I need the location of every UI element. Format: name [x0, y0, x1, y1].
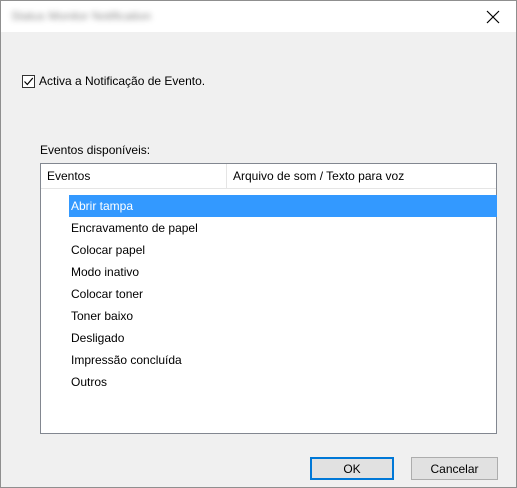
- available-events-label: Eventos disponíveis:: [40, 143, 151, 157]
- list-item[interactable]: Desligado: [69, 327, 497, 349]
- check-icon: [24, 77, 34, 85]
- title-bar[interactable]: Status Monitor Notification: [1, 1, 516, 32]
- enable-notification-label[interactable]: Activa a Notificação de Evento.: [39, 74, 205, 88]
- list-item[interactable]: Encravamento de papel: [69, 217, 497, 239]
- list-item[interactable]: Outros: [69, 371, 497, 393]
- list-header: Eventos Arquivo de som / Texto para voz: [41, 164, 496, 189]
- events-list[interactable]: Eventos Arquivo de som / Texto para voz …: [40, 163, 497, 434]
- list-item[interactable]: Abrir tampa: [69, 195, 497, 217]
- list-item[interactable]: Impressão concluída: [69, 349, 497, 371]
- list-item[interactable]: Modo inativo: [69, 261, 497, 283]
- enable-notification-checkbox[interactable]: [22, 74, 35, 88]
- list-item[interactable]: Colocar papel: [69, 239, 497, 261]
- cancel-button[interactable]: Cancelar: [411, 457, 498, 480]
- ok-button[interactable]: OK: [310, 457, 394, 480]
- window-title: Status Monitor Notification: [11, 9, 152, 23]
- column-header-sound-file[interactable]: Arquivo de som / Texto para voz: [227, 164, 496, 188]
- close-icon: [486, 10, 500, 23]
- column-header-events[interactable]: Eventos: [41, 164, 227, 188]
- list-rows: Abrir tampa Encravamento de papel Coloca…: [69, 195, 497, 393]
- close-button[interactable]: [470, 1, 516, 32]
- list-item[interactable]: Colocar toner: [69, 283, 497, 305]
- enable-notification-option[interactable]: Activa a Notificação de Evento.: [22, 74, 205, 88]
- dialog-window: Status Monitor Notification Activa a Not…: [0, 0, 517, 488]
- list-item[interactable]: Toner baixo: [69, 305, 497, 327]
